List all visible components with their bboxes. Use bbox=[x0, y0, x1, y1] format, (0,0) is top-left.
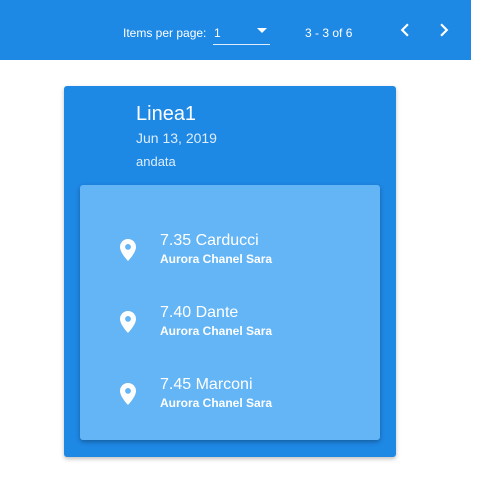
card-date: Jun 13, 2019 bbox=[136, 130, 217, 146]
card-direction: andata bbox=[136, 154, 176, 169]
chevron-right-icon bbox=[440, 23, 449, 37]
location-pin-icon bbox=[120, 383, 136, 405]
paginator-bar: Items per page: 1 3 - 3 of 6 bbox=[0, 0, 471, 60]
stop-list-item[interactable]: 7.45 Marconi Aurora Chanel Sara bbox=[80, 373, 380, 421]
stop-passengers: Aurora Chanel Sara bbox=[160, 396, 273, 410]
chevron-left-icon bbox=[400, 23, 409, 37]
stop-list-item[interactable]: 7.40 Dante Aurora Chanel Sara bbox=[80, 301, 380, 349]
stop-title: 7.45 Marconi bbox=[160, 376, 253, 393]
stop-passengers: Aurora Chanel Sara bbox=[160, 252, 273, 266]
items-per-page-label: Items per page: bbox=[123, 26, 207, 40]
items-per-page-value: 1 bbox=[214, 26, 221, 40]
stop-title: 7.40 Dante bbox=[160, 304, 239, 321]
stop-title: 7.35 Carducci bbox=[160, 232, 259, 249]
card-title: Linea1 bbox=[136, 103, 197, 125]
previous-page-button[interactable] bbox=[392, 17, 418, 43]
stop-list-item[interactable]: 7.35 Carducci Aurora Chanel Sara bbox=[80, 229, 380, 277]
items-per-page-select[interactable]: 1 bbox=[213, 22, 270, 45]
line-card: Linea1 Jun 13, 2019 andata 7.35 Carducci… bbox=[64, 86, 396, 457]
next-page-button[interactable] bbox=[431, 17, 457, 43]
dropdown-arrow-icon bbox=[257, 28, 267, 33]
stop-passengers: Aurora Chanel Sara bbox=[160, 324, 273, 338]
location-pin-icon bbox=[120, 239, 136, 261]
page-range-label: 3 - 3 of 6 bbox=[305, 26, 353, 40]
stops-list: 7.35 Carducci Aurora Chanel Sara 7.40 Da… bbox=[80, 185, 380, 440]
location-pin-icon bbox=[120, 311, 136, 333]
